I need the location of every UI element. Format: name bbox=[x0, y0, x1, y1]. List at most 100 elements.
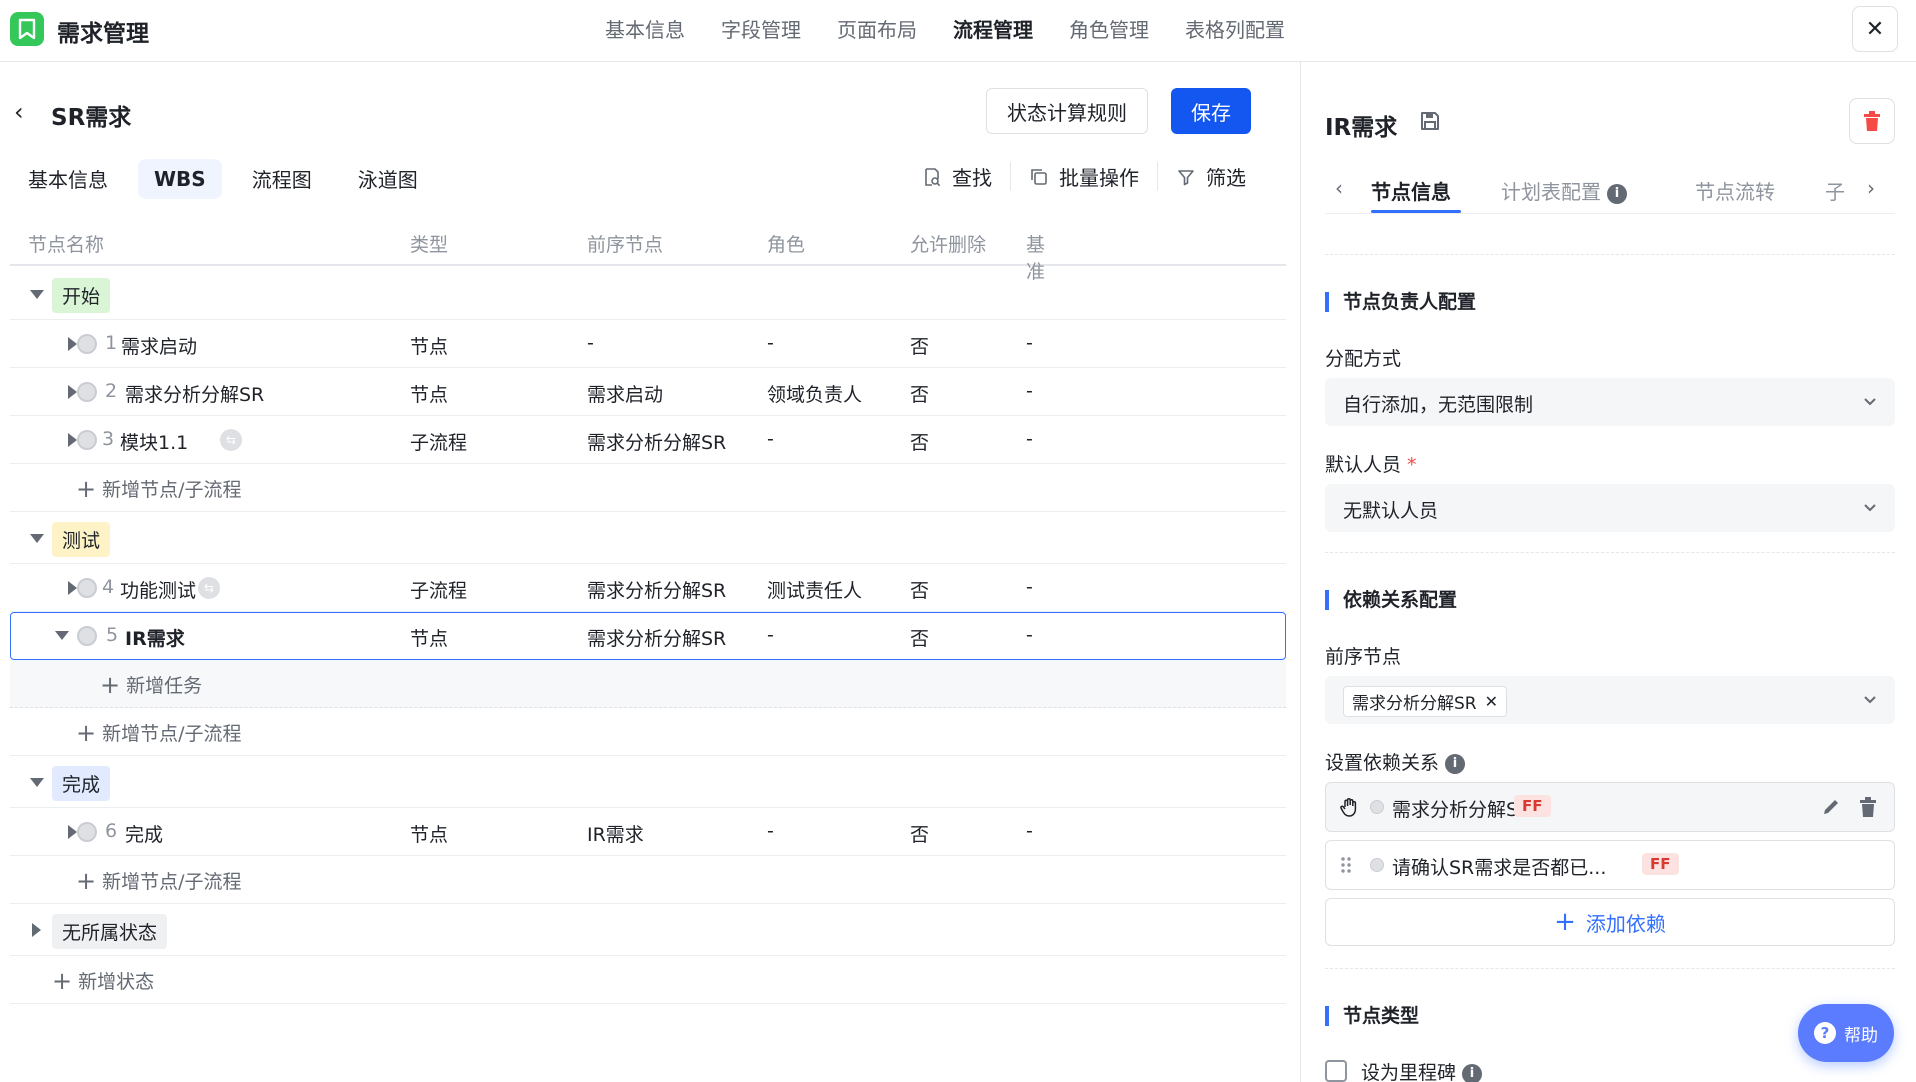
caret-down-icon[interactable] bbox=[30, 290, 44, 299]
caret-down-icon[interactable] bbox=[55, 631, 69, 640]
search-tool[interactable]: 查找 bbox=[904, 162, 1011, 191]
row-predecessor: 需求分析分解SR bbox=[587, 432, 727, 454]
row-baseline: - bbox=[1026, 332, 1033, 354]
col-predecessor: 前序节点 bbox=[587, 234, 664, 256]
default-person-label: 默认人员 * bbox=[1325, 450, 1417, 477]
row-name: 模块1.1 bbox=[120, 432, 189, 454]
row-type: 子流程 bbox=[410, 432, 468, 454]
row-type: 节点 bbox=[410, 384, 449, 406]
row-allow-delete: 否 bbox=[910, 432, 930, 454]
row-role: - bbox=[767, 820, 774, 842]
top-tab-flow[interactable]: 流程管理 bbox=[953, 14, 1033, 43]
tab-node-transition[interactable]: 节点流转 bbox=[1695, 176, 1775, 205]
delete-node-button[interactable] bbox=[1849, 98, 1895, 144]
tab-plan-config[interactable]: 计划表配置 i bbox=[1501, 176, 1627, 205]
chevron-down-icon bbox=[1864, 696, 1876, 704]
sub-tab-swimlane[interactable]: 泳道图 bbox=[342, 156, 434, 201]
add-node-link[interactable]: + 新增节点/子流程 bbox=[76, 719, 242, 746]
add-state-link[interactable]: + 新增状态 bbox=[52, 967, 154, 994]
sub-tabs: 基本信息 WBS 流程图 泳道图 bbox=[12, 156, 448, 201]
group-row-unassigned[interactable]: 无所属状态 bbox=[10, 904, 1286, 956]
drag-handle-icon[interactable] bbox=[1338, 854, 1354, 881]
caret-down-icon[interactable] bbox=[30, 778, 44, 787]
dependency-item[interactable]: 请确认SR需求是否都已... FF bbox=[1325, 840, 1895, 890]
edit-pencil-icon[interactable] bbox=[1820, 796, 1842, 823]
status-dot-icon bbox=[77, 382, 97, 402]
plus-icon: + bbox=[100, 670, 121, 699]
sub-tab-flowchart[interactable]: 流程图 bbox=[236, 156, 328, 201]
row-allow-delete: 否 bbox=[910, 336, 930, 358]
caret-right-icon[interactable] bbox=[68, 581, 77, 595]
table-row[interactable]: 4 功能测试 ⇆ 子流程 需求分析分解SR 测试责任人 否 - bbox=[10, 564, 1286, 612]
milestone-checkbox[interactable] bbox=[1325, 1060, 1347, 1082]
col-type: 类型 bbox=[410, 234, 449, 256]
row-name: 需求分析分解SR bbox=[125, 384, 265, 406]
caret-down-icon[interactable] bbox=[30, 534, 44, 543]
node-tabs: ‹ 节点信息 计划表配置 i 节点流转 子 › bbox=[1325, 162, 1895, 214]
filter-tool[interactable]: 筛选 bbox=[1158, 162, 1264, 191]
row-type: 子流程 bbox=[410, 580, 468, 602]
caret-right-icon[interactable] bbox=[68, 825, 77, 839]
predecessor-select[interactable]: 需求分析分解SR ✕ bbox=[1325, 676, 1895, 724]
group-row-start[interactable]: 开始 bbox=[10, 268, 1286, 320]
section-dependency-config: 依赖关系配置 bbox=[1325, 590, 1457, 610]
wbs-table-body: 开始 1 需求启动 节点 - - 否 - 2 需求分析分解SR 节点 需求启动 … bbox=[10, 268, 1286, 1004]
default-person-select[interactable]: 无默认人员 bbox=[1325, 484, 1895, 532]
batch-label: 批量操作 bbox=[1059, 166, 1139, 190]
subflow-link-icon: ⇆ bbox=[198, 577, 220, 599]
assign-method-select[interactable]: 自行添加，无范围限制 bbox=[1325, 378, 1895, 426]
tab-node-info[interactable]: 节点信息 bbox=[1371, 176, 1451, 205]
trash-icon[interactable] bbox=[1858, 796, 1878, 823]
group-row-done[interactable]: 完成 bbox=[10, 756, 1286, 808]
caret-right-icon[interactable] bbox=[68, 385, 77, 399]
top-tab-layout[interactable]: 页面布局 bbox=[837, 14, 917, 43]
row-index: 1 bbox=[105, 332, 118, 354]
table-row[interactable]: 6 完成 节点 IR需求 - 否 - bbox=[10, 808, 1286, 856]
dependency-item[interactable]: 需求分析分解SR FF bbox=[1325, 782, 1895, 832]
add-task-link[interactable]: + 新增任务 bbox=[100, 671, 202, 698]
table-row-selected[interactable]: 5 IR需求 节点 需求分析分解SR - 否 - bbox=[10, 612, 1286, 660]
add-node-link[interactable]: + 新增节点/子流程 bbox=[76, 475, 242, 502]
top-tab-basic-info[interactable]: 基本信息 bbox=[605, 14, 685, 43]
status-dot-icon bbox=[1370, 858, 1384, 872]
status-rules-button[interactable]: 状态计算规则 bbox=[986, 88, 1148, 134]
top-tab-table-columns[interactable]: 表格列配置 bbox=[1185, 14, 1285, 43]
row-baseline: - bbox=[1026, 380, 1033, 402]
add-state-label: 新增状态 bbox=[78, 971, 155, 993]
dependency-type-badge: FF bbox=[1642, 853, 1679, 875]
app-logo-icon bbox=[10, 12, 44, 46]
row-type: 节点 bbox=[410, 628, 449, 650]
tab-sub[interactable]: 子 bbox=[1825, 176, 1845, 205]
table-row[interactable]: 3 模块1.1 ⇆ 子流程 需求分析分解SR - 否 - bbox=[10, 416, 1286, 464]
help-button[interactable]: ? 帮助 bbox=[1798, 1004, 1894, 1062]
table-row[interactable]: 2 需求分析分解SR 节点 需求启动 领域负责人 否 - bbox=[10, 368, 1286, 416]
status-tag-start: 开始 bbox=[52, 278, 111, 313]
caret-right-icon[interactable] bbox=[32, 923, 41, 937]
copy-icon bbox=[1031, 168, 1047, 185]
back-arrow-icon[interactable]: ‹ bbox=[14, 98, 24, 126]
tabs-prev-icon[interactable]: ‹ bbox=[1335, 176, 1343, 200]
group-row-test[interactable]: 测试 bbox=[10, 512, 1286, 564]
add-dependency-button[interactable]: + 添加依赖 bbox=[1325, 898, 1895, 946]
top-tab-fields[interactable]: 字段管理 bbox=[721, 14, 801, 43]
app-title: 需求管理 bbox=[57, 21, 149, 47]
status-tag-unassigned: 无所属状态 bbox=[52, 914, 168, 949]
chip-remove-icon[interactable]: ✕ bbox=[1485, 692, 1498, 711]
sub-tab-basic-info[interactable]: 基本信息 bbox=[12, 156, 124, 201]
top-bar: 需求管理 基本信息 字段管理 页面布局 流程管理 角色管理 表格列配置 ✕ bbox=[0, 0, 1916, 62]
sub-tab-wbs[interactable]: WBS bbox=[138, 158, 222, 199]
top-tab-roles[interactable]: 角色管理 bbox=[1069, 14, 1149, 43]
save-disk-icon[interactable] bbox=[1419, 110, 1441, 137]
table-row[interactable]: 1 需求启动 节点 - - 否 - bbox=[10, 320, 1286, 368]
batch-tool[interactable]: 批量操作 bbox=[1011, 162, 1158, 191]
tabs-next-icon[interactable]: › bbox=[1867, 176, 1875, 200]
add-node-label: 新增节点/子流程 bbox=[102, 479, 242, 501]
grab-hand-icon[interactable] bbox=[1338, 796, 1360, 823]
add-node-link[interactable]: + 新增节点/子流程 bbox=[76, 867, 242, 894]
divider bbox=[1325, 254, 1895, 255]
caret-right-icon[interactable] bbox=[68, 337, 77, 351]
row-role: - bbox=[767, 332, 774, 354]
caret-right-icon[interactable] bbox=[68, 433, 77, 447]
close-button[interactable]: ✕ bbox=[1852, 6, 1898, 52]
save-button[interactable]: 保存 bbox=[1171, 88, 1251, 134]
